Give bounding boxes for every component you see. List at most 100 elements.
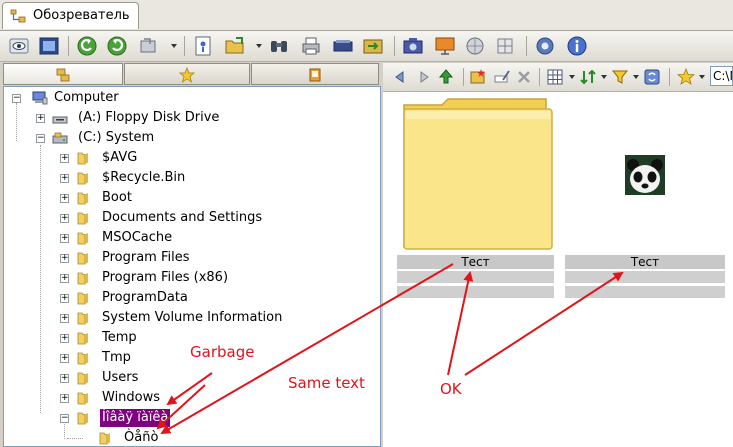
- collapse-toggle[interactable]: −: [12, 94, 21, 103]
- binoculars-icon[interactable]: [268, 35, 290, 57]
- folders-icon: [56, 68, 70, 82]
- address-field[interactable]: C:\N: [710, 66, 733, 86]
- delete-icon[interactable]: [515, 68, 533, 86]
- tree-node-label: Òåñò: [124, 430, 159, 445]
- expand-toggle[interactable]: +: [60, 174, 69, 183]
- expand-toggle[interactable]: +: [60, 314, 69, 323]
- filter-icon[interactable]: [611, 68, 629, 86]
- slideshow-icon[interactable]: [434, 35, 456, 57]
- folder-icon: [77, 272, 88, 285]
- expand-toggle[interactable]: +: [36, 114, 45, 123]
- scanner-icon[interactable]: [332, 35, 354, 57]
- tree-node-label: (A:) Floppy Disk Drive: [78, 110, 220, 125]
- hard-drive-icon: [52, 132, 68, 144]
- annotation-ok: OK: [440, 380, 462, 398]
- expand-toggle[interactable]: +: [60, 334, 69, 343]
- tree-node-label: ProgramData: [102, 290, 188, 305]
- nav-up-icon[interactable]: [437, 68, 455, 86]
- tree-node-label: Documents and Settings: [102, 210, 263, 225]
- tree-view-icon: [10, 9, 26, 23]
- large-folder-icon: [403, 98, 553, 250]
- grid-icon[interactable]: [494, 35, 516, 57]
- tree-node-label-selected: Íîâàÿ ïàïêà: [100, 409, 171, 427]
- left-pane-tabs: [3, 63, 379, 85]
- fullscreen-icon[interactable]: [38, 35, 60, 57]
- info-icon[interactable]: [566, 35, 588, 57]
- print-icon[interactable]: [300, 35, 322, 57]
- forward-icon[interactable]: [106, 35, 128, 57]
- thumbnail-info-bar: [565, 271, 725, 283]
- tree-node-label: Tmp: [102, 350, 131, 365]
- open-folder-icon[interactable]: [224, 35, 246, 57]
- sync-icon[interactable]: [643, 68, 661, 86]
- settings-icon[interactable]: [534, 35, 556, 57]
- tree-node-label: Users: [102, 370, 139, 385]
- expand-toggle[interactable]: +: [60, 154, 69, 163]
- nav-back-icon[interactable]: [391, 68, 409, 86]
- sort-icon[interactable]: [579, 68, 597, 86]
- tree-node-label: $Recycle.Bin: [102, 170, 186, 185]
- tab-strip: Обозреватель: [0, 0, 733, 31]
- expand-toggle[interactable]: +: [60, 294, 69, 303]
- folder-icon: [77, 232, 88, 245]
- thumbnail-info-bar: [397, 286, 554, 298]
- expand-toggle[interactable]: +: [60, 214, 69, 223]
- back-icon[interactable]: [76, 35, 98, 57]
- expand-toggle[interactable]: +: [60, 354, 69, 363]
- star-icon: [179, 67, 195, 83]
- catalog-tab[interactable]: [251, 63, 379, 85]
- annotation-garbage: Garbage: [190, 343, 255, 361]
- expand-toggle[interactable]: +: [60, 254, 69, 263]
- folder-icon: [77, 332, 88, 345]
- thumbnail-caption: Тест: [565, 255, 725, 269]
- thumbnail-info-bar: [565, 286, 725, 298]
- computer-icon: [32, 91, 48, 105]
- tree-node-label: Boot: [102, 190, 132, 205]
- expand-toggle[interactable]: +: [60, 374, 69, 383]
- collapse-toggle[interactable]: −: [60, 414, 69, 423]
- folder-icon: [77, 252, 88, 265]
- thumbnail-view[interactable]: Тест Тест: [383, 92, 733, 447]
- main-toolbar: [0, 31, 733, 62]
- open-folder-icon: [77, 412, 88, 425]
- panda-image-icon: [625, 155, 665, 195]
- favorites-star-icon[interactable]: [677, 68, 695, 86]
- web-icon[interactable]: [464, 35, 486, 57]
- tab-title: Обозреватель: [33, 8, 130, 23]
- tree-node-label: $AVG: [102, 150, 138, 165]
- expand-toggle[interactable]: +: [60, 394, 69, 403]
- expand-toggle[interactable]: +: [60, 274, 69, 283]
- collapse-toggle[interactable]: −: [36, 134, 45, 143]
- properties-icon[interactable]: [192, 35, 214, 57]
- expand-toggle[interactable]: +: [60, 234, 69, 243]
- folder-icon: [77, 192, 88, 205]
- catalog-icon: [309, 68, 321, 82]
- screenshot-icon[interactable]: [402, 35, 424, 57]
- folder-icon: [77, 212, 88, 225]
- tree-node-label: Program Files: [102, 250, 190, 265]
- rename-icon[interactable]: [493, 68, 511, 86]
- folder-icon: [77, 292, 88, 305]
- tree-node-label: Temp: [102, 330, 137, 345]
- tree-node-label: System Volume Information: [102, 310, 283, 325]
- tree-node-label: Windows: [102, 390, 161, 405]
- tree-node-label: Computer: [54, 90, 119, 105]
- tree-node-label: Program Files (x86): [102, 270, 229, 285]
- thumbnail-caption: Тест: [397, 255, 554, 269]
- eye-icon[interactable]: [8, 35, 30, 57]
- folder-icon: [77, 352, 88, 365]
- tab-browser[interactable]: Обозреватель: [2, 2, 139, 29]
- folders-tab[interactable]: [3, 63, 123, 85]
- export-icon[interactable]: [362, 35, 384, 57]
- view-mode-icon[interactable]: [546, 68, 564, 86]
- floppy-drive-icon: [52, 116, 68, 124]
- expand-toggle[interactable]: +: [60, 194, 69, 203]
- refresh-icon[interactable]: [138, 35, 160, 57]
- folder-icon: [77, 392, 88, 405]
- folder-tree[interactable]: − Computer + (A:) Floppy Disk Drive − (C…: [3, 86, 381, 447]
- nav-forward-icon[interactable]: [415, 68, 433, 86]
- favorites-tab[interactable]: [124, 63, 250, 85]
- browser-toolbar: [383, 63, 733, 92]
- new-folder-icon[interactable]: [469, 68, 487, 86]
- annotation-same-text: Same text: [288, 374, 365, 392]
